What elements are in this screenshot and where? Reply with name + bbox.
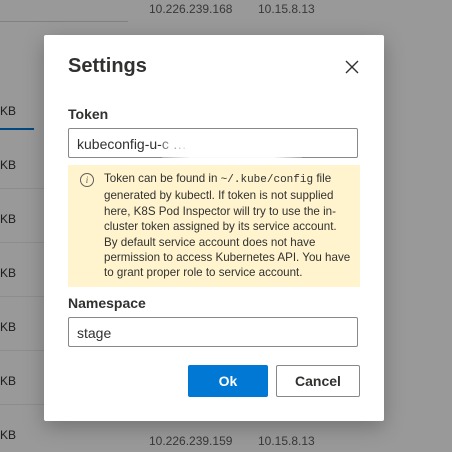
info-message: i Token can be found in ~/.kube/config f…: [68, 165, 360, 287]
info-icon: i: [80, 173, 94, 187]
dialog-title: Settings: [68, 55, 147, 77]
namespace-label: Namespace: [68, 295, 146, 311]
ok-button[interactable]: Ok: [188, 365, 268, 397]
namespace-input[interactable]: stage: [68, 317, 358, 347]
settings-dialog: Settings Token kubeconfig-u-c … i Token …: [44, 35, 384, 421]
info-message-text: Token can be found in ~/.kube/config fil…: [104, 172, 351, 280]
redaction-mask: [162, 136, 302, 160]
close-icon: [345, 60, 359, 74]
config-path-code: ~/.kube/config: [220, 174, 314, 186]
cancel-button[interactable]: Cancel: [276, 365, 360, 397]
close-button[interactable]: [342, 57, 362, 77]
token-label: Token: [68, 106, 109, 122]
